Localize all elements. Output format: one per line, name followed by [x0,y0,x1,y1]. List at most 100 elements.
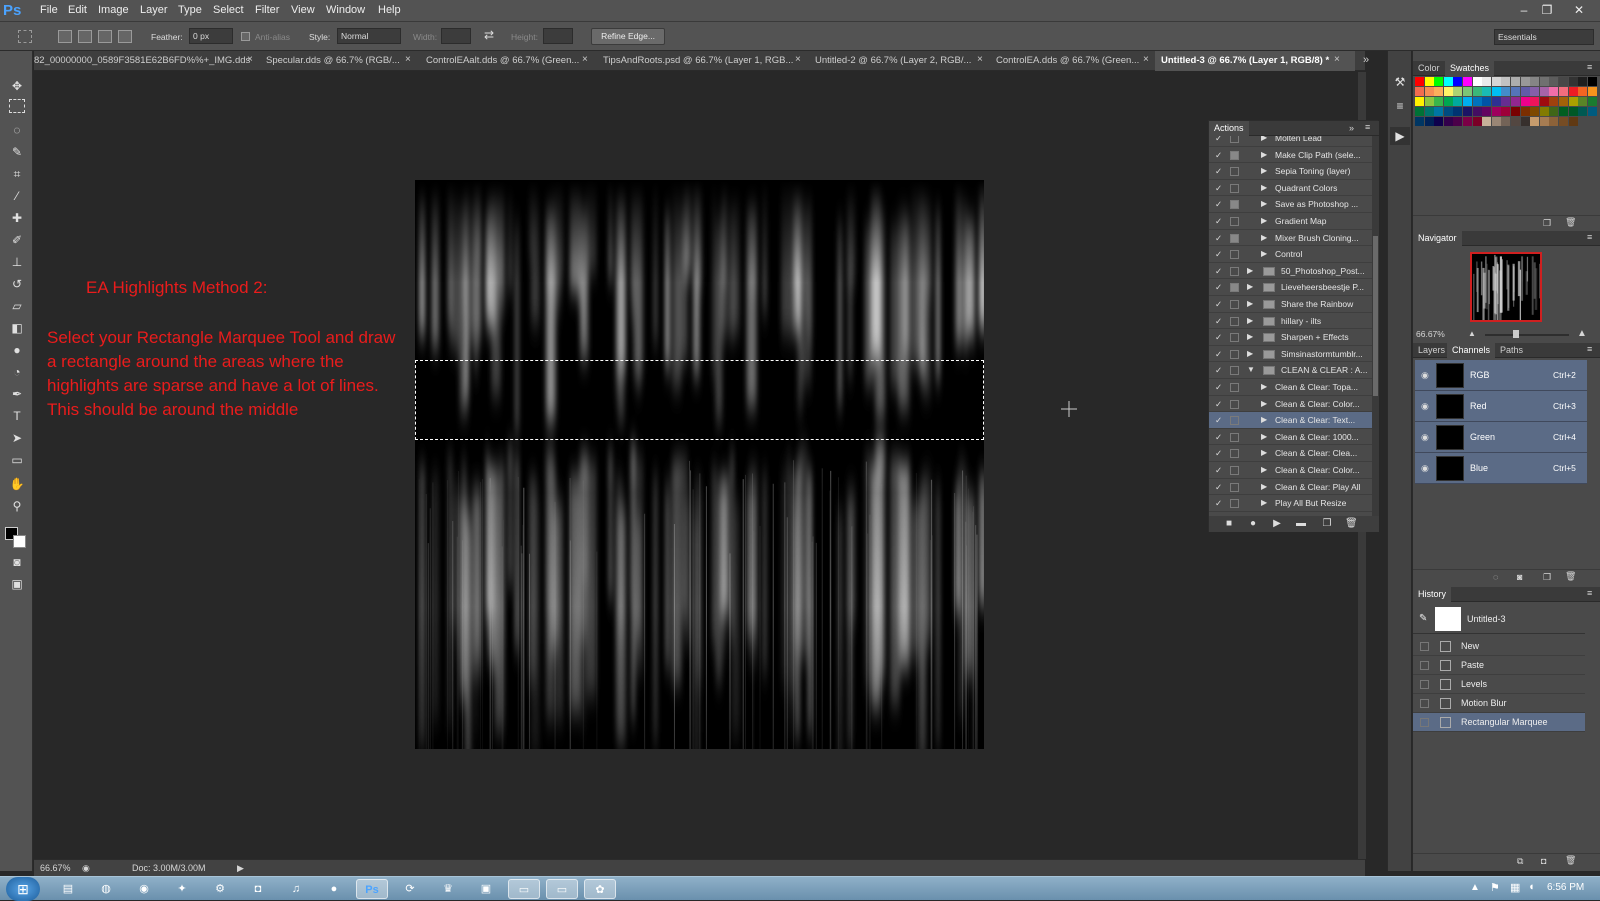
color-swatch[interactable] [1530,107,1540,116]
swap-icon[interactable]: ⇄ [484,28,494,42]
action-enabled-check-icon[interactable]: ✓ [1215,462,1225,478]
action-item[interactable]: ✓ ▶ Sharpen + Effects [1209,329,1372,346]
action-enabled-check-icon[interactable]: ✓ [1215,313,1225,329]
collapse-triangle-icon[interactable]: ▼ [1247,362,1255,378]
restore-button[interactable]: ❐ [1537,1,1557,19]
refine-edge-button[interactable]: Refine Edge... [591,28,665,45]
color-swatch[interactable] [1568,87,1578,96]
history-source-checkbox[interactable] [1420,699,1429,708]
hand-tool-icon[interactable]: ✋ [7,475,27,493]
color-swatch[interactable] [1482,77,1492,86]
expand-triangle-icon[interactable]: ▶ [1247,313,1253,329]
document-tab[interactable]: Specular.dds @ 66.7% (RGB/... [266,51,419,71]
color-swatch[interactable] [1501,117,1511,126]
paint-bucket-tool-icon[interactable]: ◧ [7,319,27,337]
tab-layers[interactable]: Layers [1413,343,1450,358]
tray-expand-icon[interactable]: ▲ [1470,882,1480,893]
history-state[interactable]: Levels [1413,675,1585,694]
itunes-taskbar-icon[interactable]: ♫ [280,879,312,899]
new-channel-icon[interactable]: ❐ [1543,572,1551,583]
expand-triangle-icon[interactable]: ▶ [1261,196,1267,212]
action-item[interactable]: ✓ ▶ Control [1209,246,1372,263]
marquee-preset-icon[interactable] [18,30,32,43]
color-swatch[interactable] [1472,97,1482,106]
color-swatch[interactable] [1539,117,1549,126]
color-swatch[interactable] [1434,117,1444,126]
color-swatch[interactable] [1578,97,1588,106]
clone-stamp-tool-icon[interactable]: ⊥ [7,253,27,271]
color-swatch[interactable] [1520,107,1530,116]
stop-icon[interactable]: ■ [1223,518,1235,530]
color-swatch[interactable] [1587,97,1597,106]
action-enabled-check-icon[interactable]: ✓ [1215,379,1225,395]
channel-row[interactable]: ◉ Red Ctrl+3 [1415,391,1587,422]
expand-triangle-icon[interactable]: ▶ [1261,479,1267,495]
color-swatch[interactable] [1453,77,1463,86]
visibility-eye-icon[interactable]: ◉ [1421,370,1429,381]
color-swatch[interactable] [1530,97,1540,106]
action-item[interactable]: ✓ ▶ Mixer Brush Cloning... [1209,230,1372,247]
photoshop-taskbar-icon[interactable]: Ps [356,879,388,899]
color-swatch[interactable] [1434,87,1444,96]
delete-channel-icon[interactable]: 🗑 [1565,571,1576,582]
action-item[interactable]: ✓ ▼ CLEAN & CLEAR : A... [1209,362,1372,379]
color-swatch[interactable] [1501,77,1511,86]
dialog-toggle-icon[interactable] [1230,150,1239,160]
dialog-toggle-icon[interactable] [1230,233,1239,243]
color-swatch[interactable] [1539,107,1549,116]
workspace-select[interactable]: Essentials [1494,29,1594,45]
color-swatch[interactable] [1549,77,1559,86]
play-icon[interactable]: ▶ [1271,518,1283,530]
actions-scroll-thumb[interactable] [1373,236,1378,396]
zoom-slider-thumb[interactable] [1513,330,1519,338]
zoom-in-icon[interactable]: ▲ [1577,328,1587,339]
color-swatch[interactable] [1415,77,1424,86]
color-swatch[interactable] [1568,97,1578,106]
brush-tool-icon[interactable]: ✐ [7,231,27,249]
color-swatch[interactable] [1434,97,1444,106]
action-enabled-check-icon[interactable]: ✓ [1215,362,1225,378]
document-canvas[interactable] [415,180,984,749]
action-enabled-check-icon[interactable]: ✓ [1215,136,1225,146]
dialog-toggle-icon[interactable] [1230,183,1239,193]
dodge-tool-icon[interactable]: ◔ [7,363,27,381]
color-swatch[interactable] [1549,107,1559,116]
color-swatch[interactable] [1549,117,1559,126]
start-button[interactable]: ⊞ [6,877,40,901]
minimize-button[interactable]: – [1514,1,1534,19]
dialog-toggle-icon[interactable] [1230,300,1239,309]
action-item[interactable]: ✓ ▶ Molten Lead [1209,136,1372,147]
tab-history[interactable]: History [1413,587,1452,602]
expand-triangle-icon[interactable]: ▶ [1261,246,1267,262]
dialog-toggle-icon[interactable] [1230,349,1239,359]
menu-edit[interactable]: Edit [68,4,87,16]
tab-navigator[interactable]: Navigator [1413,231,1462,246]
action-enabled-check-icon[interactable]: ✓ [1215,412,1225,428]
actions-scrollbar[interactable] [1372,136,1379,516]
dialog-toggle-icon[interactable] [1230,333,1239,343]
action-item[interactable]: ✓ ▶ Clean & Clear: Topa... [1209,379,1372,396]
tab-channels[interactable]: Channels [1447,343,1496,358]
new-snapshot-icon[interactable]: ◘ [1541,856,1546,866]
panel-menu-icon[interactable]: ≡ [1587,588,1592,598]
background-color-swatch[interactable] [13,535,26,548]
dialog-toggle-icon[interactable] [1230,217,1239,226]
color-swatch[interactable] [1559,107,1568,116]
color-swatch[interactable] [1434,107,1444,116]
expand-triangle-icon[interactable]: ▶ [1247,263,1253,279]
new-set-icon[interactable]: ▬ [1295,518,1307,530]
style-select[interactable]: Normal [337,28,401,44]
network-icon[interactable]: ▦ [1510,881,1520,894]
tab-close-icon[interactable]: × [1334,54,1340,65]
history-source-checkbox[interactable] [1420,642,1429,651]
channel-row[interactable]: ◉ RGB Ctrl+2 [1415,360,1587,391]
dialog-toggle-icon[interactable] [1230,316,1239,326]
color-swatch[interactable] [1491,87,1501,96]
delete-state-icon[interactable]: 🗑 [1565,855,1576,866]
color-swatch[interactable] [1463,117,1472,126]
chrome-taskbar-icon[interactable]: ◉ [128,879,160,899]
color-swatch[interactable] [1424,77,1434,86]
history-source-checkbox[interactable] [1420,680,1429,689]
color-swatch[interactable] [1559,97,1568,106]
expand-triangle-icon[interactable]: ▶ [1247,329,1253,345]
